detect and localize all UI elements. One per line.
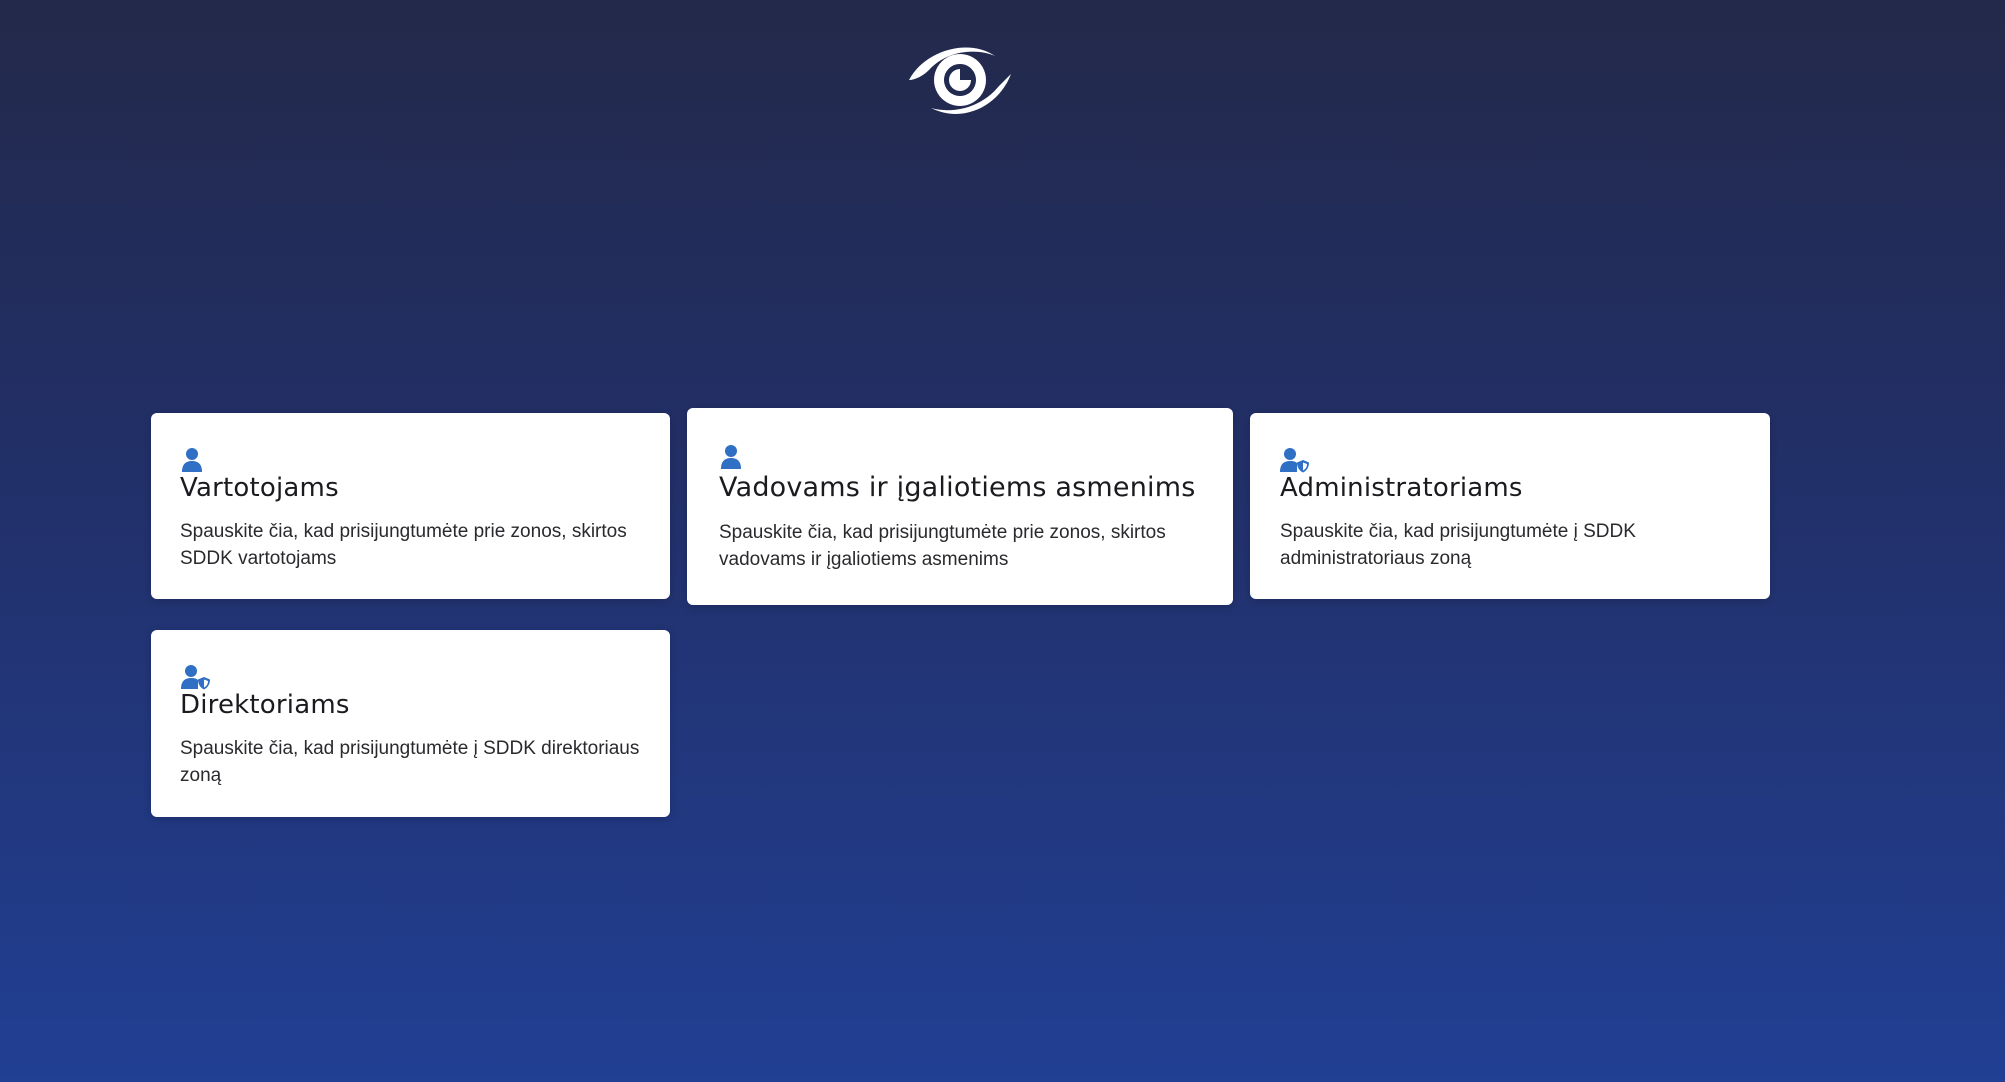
card-direktoriams[interactable]: Direktoriams Spauskite čia, kad prisijun…: [151, 630, 670, 817]
card-title: Vartotojams: [180, 473, 339, 503]
user-icon: [182, 448, 202, 472]
card-title: Direktoriams: [180, 690, 350, 720]
eye-logo-icon: [909, 47, 1011, 114]
card-title: Administratoriams: [1280, 473, 1523, 503]
card-vadovams[interactable]: Vadovams ir įgaliotiems asmenims Spauski…: [687, 408, 1233, 605]
card-vartotojams[interactable]: Vartotojams Spauskite čia, kad prisijung…: [151, 413, 670, 599]
card-title: Vadovams ir įgaliotiems asmenims: [719, 472, 1196, 503]
user-shield-icon: [1280, 448, 1309, 473]
card-description: Spauskite čia, kad prisijungtumėte į SDD…: [180, 738, 640, 786]
card-administratoriams[interactable]: Administratoriams Spauskite čia, kad pri…: [1250, 413, 1770, 599]
card-description: Spauskite čia, kad prisijungtumėte prie …: [719, 522, 1166, 570]
card-description: Spauskite čia, kad prisijungtumėte į SDD…: [1280, 521, 1636, 569]
user-shield-icon: [181, 665, 210, 690]
card-description: Spauskite čia, kad prisijungtumėte prie …: [180, 521, 627, 569]
user-icon: [721, 445, 741, 469]
